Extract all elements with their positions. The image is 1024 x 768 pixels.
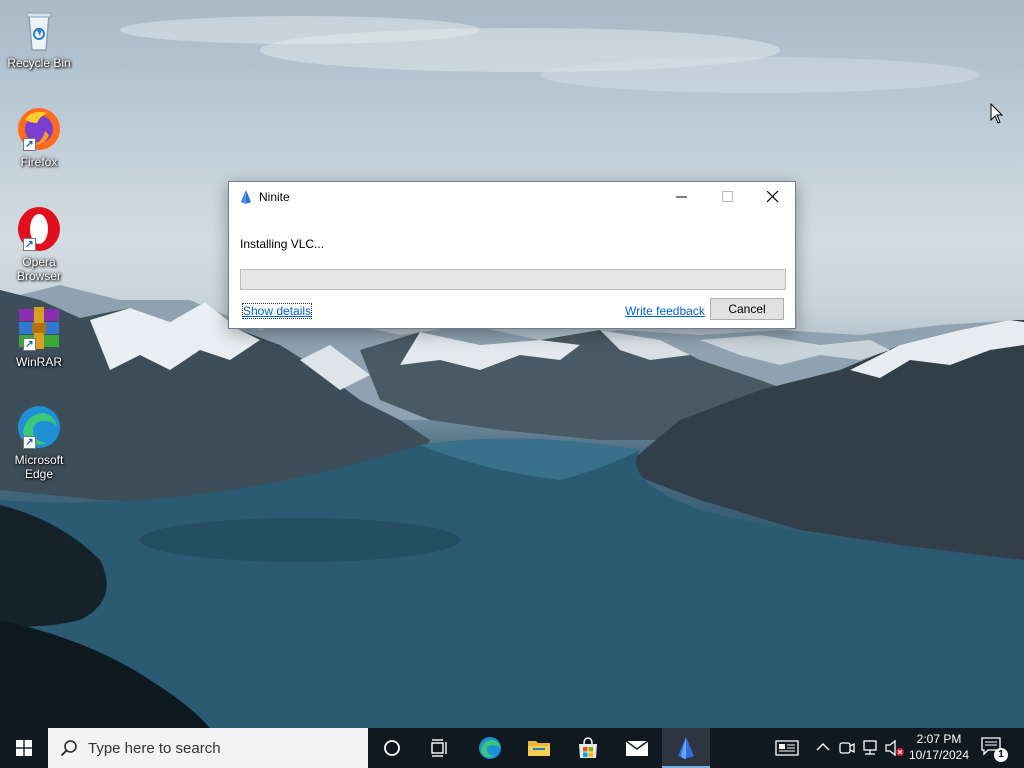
notification-count-badge: 1 [994, 748, 1008, 762]
winrar-icon: ↗ [15, 305, 63, 353]
desktop-icon-label: Opera Browser [16, 255, 61, 283]
chevron-up-icon[interactable] [816, 742, 830, 752]
show-details-link[interactable]: Show details [241, 303, 313, 319]
desktop-icon-label: Firefox [20, 155, 58, 169]
close-button[interactable] [750, 182, 796, 212]
desktop-icon-label: WinRAR [15, 355, 62, 369]
desktop-icon-firefox[interactable]: ↗ Firefox [4, 105, 74, 169]
taskbar-ninite[interactable] [662, 728, 710, 768]
search-icon [60, 740, 77, 757]
search-placeholder: Type here to search [88, 740, 221, 757]
close-icon [767, 191, 779, 203]
file-explorer-icon [528, 741, 550, 756]
cortana-button[interactable] [368, 728, 416, 768]
minimize-button[interactable] [659, 182, 705, 212]
taskbar-edge[interactable] [466, 728, 514, 768]
taskbar-file-explorer[interactable] [515, 728, 563, 768]
cancel-button[interactable]: Cancel [710, 298, 784, 320]
desktop-icon-recycle-bin[interactable]: Recycle Bin [4, 6, 74, 70]
ninite-icon [678, 737, 694, 759]
edge-icon: ↗ [15, 403, 63, 451]
desktop-icon-opera[interactable]: ↗ Opera Browser [4, 205, 74, 283]
write-feedback-link[interactable]: Write feedback [625, 304, 705, 318]
shortcut-arrow-icon: ↗ [23, 436, 36, 449]
recycle-bin-icon [15, 6, 63, 54]
title-bar[interactable]: Ninite [229, 182, 795, 213]
ninite-icon [241, 190, 251, 204]
desktop-icon-edge[interactable]: ↗ Microsoft Edge [4, 403, 74, 481]
taskbar-clock[interactable]: 2:07 PM 10/17/2024 [906, 731, 972, 763]
edge-icon [479, 737, 501, 759]
meet-now-icon[interactable] [838, 738, 856, 758]
taskbar-search-box[interactable]: Type here to search [48, 728, 368, 768]
clock-time: 2:07 PM [916, 732, 962, 746]
volume-muted-icon[interactable] [884, 738, 906, 758]
maximize-icon [722, 191, 733, 202]
windows-logo-icon [16, 740, 32, 756]
desktop-icon-label: Microsoft Edge [14, 453, 64, 481]
taskbar-mail[interactable] [613, 728, 661, 768]
desktop-icon-winrar[interactable]: ↗ WinRAR [4, 305, 74, 369]
shortcut-arrow-icon: ↗ [23, 138, 36, 151]
action-center-button[interactable]: 1 [980, 736, 1008, 762]
maximize-button[interactable] [705, 182, 751, 212]
shortcut-arrow-icon: ↗ [23, 338, 36, 351]
install-status-text: Installing VLC... [240, 237, 325, 251]
clock-date: 10/17/2024 [908, 748, 970, 762]
desktop: Recycle Bin ↗ Firefox ↗ Opera Browser ↗ … [0, 0, 1024, 728]
task-view-button[interactable] [416, 728, 464, 768]
firefox-icon: ↗ [15, 105, 63, 153]
install-progress-bar [240, 269, 786, 290]
taskbar-store[interactable] [564, 728, 612, 768]
desktop-icon-label: Recycle Bin [7, 56, 71, 70]
network-icon[interactable] [861, 738, 881, 758]
cortana-icon [384, 740, 400, 756]
store-icon [579, 737, 597, 758]
opera-icon: ↗ [15, 205, 63, 253]
shortcut-arrow-icon: ↗ [23, 238, 36, 251]
ninite-window: Ninite Installing VLC... Show details Wr… [228, 181, 796, 329]
taskbar: Type here to search 2:07 PM 10/17/2024 1 [0, 728, 1024, 768]
window-title: Ninite [259, 190, 290, 204]
minimize-icon [676, 196, 687, 198]
wallpaper-landscape [0, 16, 1024, 728]
start-button[interactable] [0, 728, 48, 768]
mail-icon [625, 740, 649, 756]
task-view-icon [431, 739, 447, 757]
mouse-cursor-icon [990, 103, 1004, 124]
news-widget-icon[interactable] [775, 738, 799, 758]
